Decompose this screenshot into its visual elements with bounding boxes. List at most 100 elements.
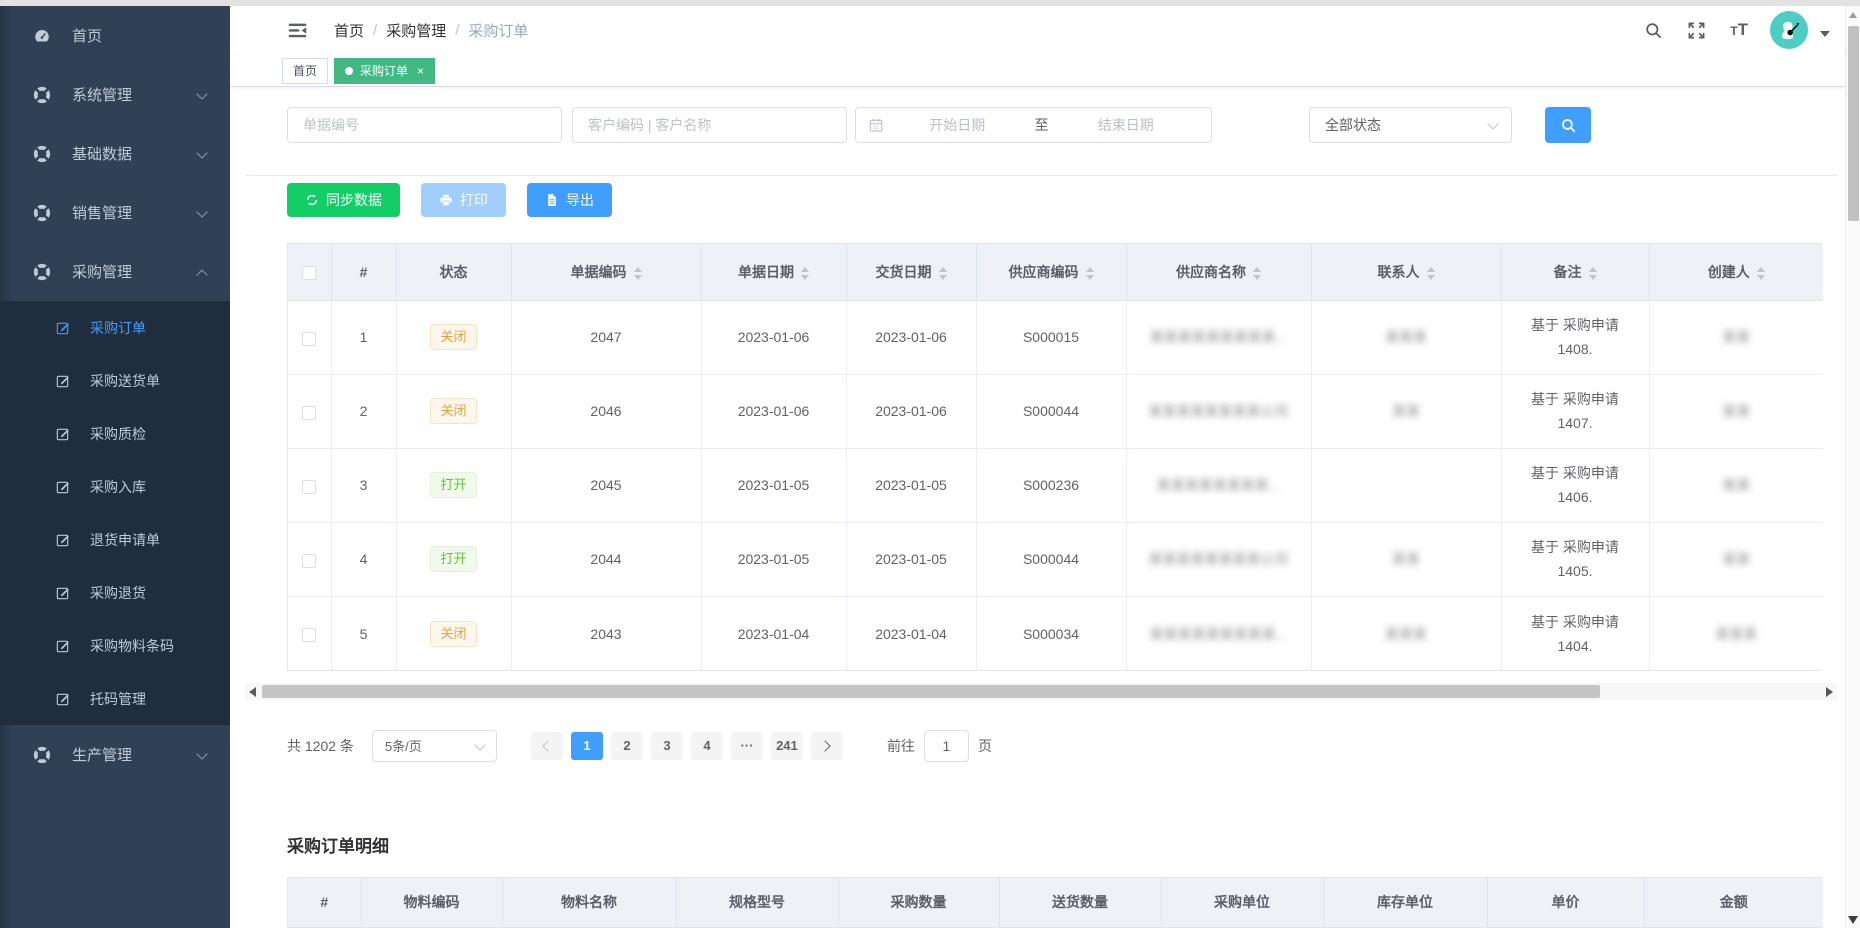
scroll-down-icon[interactable] bbox=[1848, 916, 1858, 924]
scroll-right-icon[interactable] bbox=[1826, 687, 1833, 697]
sort-caret-icon[interactable] bbox=[939, 267, 947, 280]
print-button[interactable]: 打印 bbox=[421, 183, 506, 217]
status-select[interactable]: 全部状态 bbox=[1309, 107, 1512, 143]
sidebar-item-basic-data[interactable]: 基础数据 bbox=[0, 124, 230, 183]
search-button[interactable] bbox=[1545, 107, 1591, 143]
doc-no-input[interactable] bbox=[287, 107, 562, 143]
user-avatar[interactable] bbox=[1770, 11, 1808, 49]
window-top-edge bbox=[0, 0, 1860, 6]
row-checkbox-cell bbox=[288, 596, 331, 670]
sync-data-button[interactable]: 同步数据 bbox=[287, 183, 400, 217]
edit-icon bbox=[53, 371, 72, 390]
sort-caret-icon[interactable] bbox=[801, 267, 809, 280]
date-range-separator: 至 bbox=[1035, 115, 1049, 135]
goto-page-input[interactable] bbox=[924, 730, 969, 762]
select-all-checkbox[interactable] bbox=[302, 266, 316, 280]
sidebar-item-purchase-return[interactable]: 采购退货 bbox=[0, 566, 230, 619]
sort-caret-icon[interactable] bbox=[1427, 267, 1435, 280]
close-icon[interactable]: × bbox=[417, 65, 424, 77]
status-badge-cell: 关闭 bbox=[396, 300, 511, 374]
search-icon[interactable] bbox=[1644, 21, 1663, 40]
creator-cell: 某某 bbox=[1649, 374, 1823, 448]
sort-caret-icon[interactable] bbox=[1086, 267, 1094, 280]
column-header[interactable]: 单据日期 bbox=[701, 244, 846, 300]
customer-input[interactable] bbox=[572, 107, 847, 143]
status-select-value: 全部状态 bbox=[1325, 115, 1381, 135]
hamburger-icon[interactable] bbox=[287, 20, 308, 41]
vertical-scroll-thumb[interactable] bbox=[1848, 26, 1859, 221]
page-button[interactable]: 3 bbox=[651, 732, 683, 760]
fullscreen-icon[interactable] bbox=[1687, 21, 1706, 40]
sidebar-item-production-management[interactable]: 生产管理 bbox=[0, 725, 230, 784]
page-size-select[interactable]: 5条/页 bbox=[372, 730, 497, 762]
sort-caret-icon[interactable] bbox=[1589, 267, 1597, 280]
breadcrumb-item[interactable]: 采购管理 bbox=[386, 20, 446, 41]
sidebar-item-purchase-management[interactable]: 采购管理 bbox=[0, 242, 230, 301]
next-page-button[interactable] bbox=[811, 732, 843, 760]
font-size-icon[interactable]: TT bbox=[1730, 20, 1748, 40]
doc-no: 2043 bbox=[590, 626, 621, 642]
sidebar-item-pallet-management[interactable]: 托码管理 bbox=[0, 672, 230, 725]
column-header: 状态 bbox=[396, 244, 511, 300]
sidebar-item-purchase-inbound[interactable]: 采购入库 bbox=[0, 460, 230, 513]
sidebar-item-purchase-delivery[interactable]: 采购送货单 bbox=[0, 354, 230, 407]
sort-caret-icon[interactable] bbox=[1253, 267, 1261, 280]
scroll-up-icon[interactable] bbox=[1849, 12, 1857, 18]
page-button[interactable]: 241 bbox=[771, 732, 803, 760]
sidebar-item-home[interactable]: 首页 bbox=[0, 6, 230, 65]
column-header[interactable]: 联系人 bbox=[1311, 244, 1501, 300]
page-button[interactable]: 4 bbox=[691, 732, 723, 760]
column-header[interactable]: 供应商编码 bbox=[976, 244, 1126, 300]
page-button[interactable]: 1 bbox=[571, 732, 603, 760]
status-badge-cell: 打开 bbox=[396, 448, 511, 522]
horizontal-scrollbar[interactable] bbox=[245, 683, 1837, 699]
column-header[interactable]: 交货日期 bbox=[846, 244, 976, 300]
vertical-scrollbar[interactable] bbox=[1845, 6, 1860, 928]
column-header[interactable]: 备注 bbox=[1501, 244, 1649, 300]
creator-cell: 某某某 bbox=[1649, 596, 1823, 670]
start-date-placeholder[interactable]: 开始日期 bbox=[884, 115, 1031, 135]
sort-caret-icon[interactable] bbox=[634, 267, 642, 280]
row-checkbox[interactable] bbox=[302, 480, 316, 494]
contact-cell bbox=[1311, 448, 1501, 522]
row-checkbox[interactable] bbox=[302, 406, 316, 420]
sidebar-item-purchase-material-barcode[interactable]: 采购物料条码 bbox=[0, 619, 230, 672]
remark: 基于 采购申请 1405. bbox=[1531, 539, 1619, 579]
edit-icon bbox=[53, 583, 72, 602]
sidebar-item-system-management[interactable]: 系统管理 bbox=[0, 65, 230, 124]
column-header[interactable]: 单据编码 bbox=[511, 244, 701, 300]
supplier-code-cell: S000236 bbox=[976, 448, 1126, 522]
edit-icon bbox=[53, 424, 72, 443]
export-button[interactable]: 导出 bbox=[527, 183, 612, 217]
main-area: 首页/采购管理/采购订单 TT bbox=[230, 6, 1860, 928]
column-header[interactable]: 创建人 bbox=[1649, 244, 1823, 300]
doc-date-cell: 2023-01-05 bbox=[701, 448, 846, 522]
page-button[interactable]: 2 bbox=[611, 732, 643, 760]
caret-down-icon[interactable] bbox=[1820, 31, 1830, 37]
row-checkbox[interactable] bbox=[302, 332, 316, 346]
tab-首页[interactable]: 首页 bbox=[282, 58, 328, 84]
sidebar-item-sales-management[interactable]: 销售管理 bbox=[0, 183, 230, 242]
creator-cell: 某某 bbox=[1649, 448, 1823, 522]
row-checkbox[interactable] bbox=[302, 554, 316, 568]
end-date-placeholder[interactable]: 结束日期 bbox=[1053, 115, 1200, 135]
page-ellipsis[interactable]: ··· bbox=[731, 732, 763, 760]
tab-采购订单[interactable]: 采购订单× bbox=[334, 58, 435, 84]
detail-column-header: 物料编码 bbox=[361, 878, 502, 928]
scroll-left-icon[interactable] bbox=[249, 687, 256, 697]
sidebar-item-return-request[interactable]: 退货申请单 bbox=[0, 513, 230, 566]
sidebar-item-label: 销售管理 bbox=[72, 202, 132, 223]
sort-caret-icon[interactable] bbox=[1757, 267, 1765, 280]
horizontal-scroll-thumb[interactable] bbox=[262, 685, 1600, 698]
row-checkbox[interactable] bbox=[302, 628, 316, 642]
sidebar-item-purchase-qc[interactable]: 采购质检 bbox=[0, 407, 230, 460]
column-header[interactable]: 供应商名称 bbox=[1126, 244, 1311, 300]
tab-label: 首页 bbox=[293, 62, 317, 79]
chevron-down-icon bbox=[1487, 119, 1499, 131]
breadcrumb-separator: / bbox=[455, 22, 459, 39]
date-range-picker[interactable]: 开始日期 至 结束日期 bbox=[855, 107, 1212, 143]
prev-page-button[interactable] bbox=[531, 732, 563, 760]
doc-date-cell: 2023-01-05 bbox=[701, 522, 846, 596]
breadcrumb-item[interactable]: 首页 bbox=[334, 20, 364, 41]
sidebar-item-purchase-order[interactable]: 采购订单 bbox=[0, 301, 230, 354]
